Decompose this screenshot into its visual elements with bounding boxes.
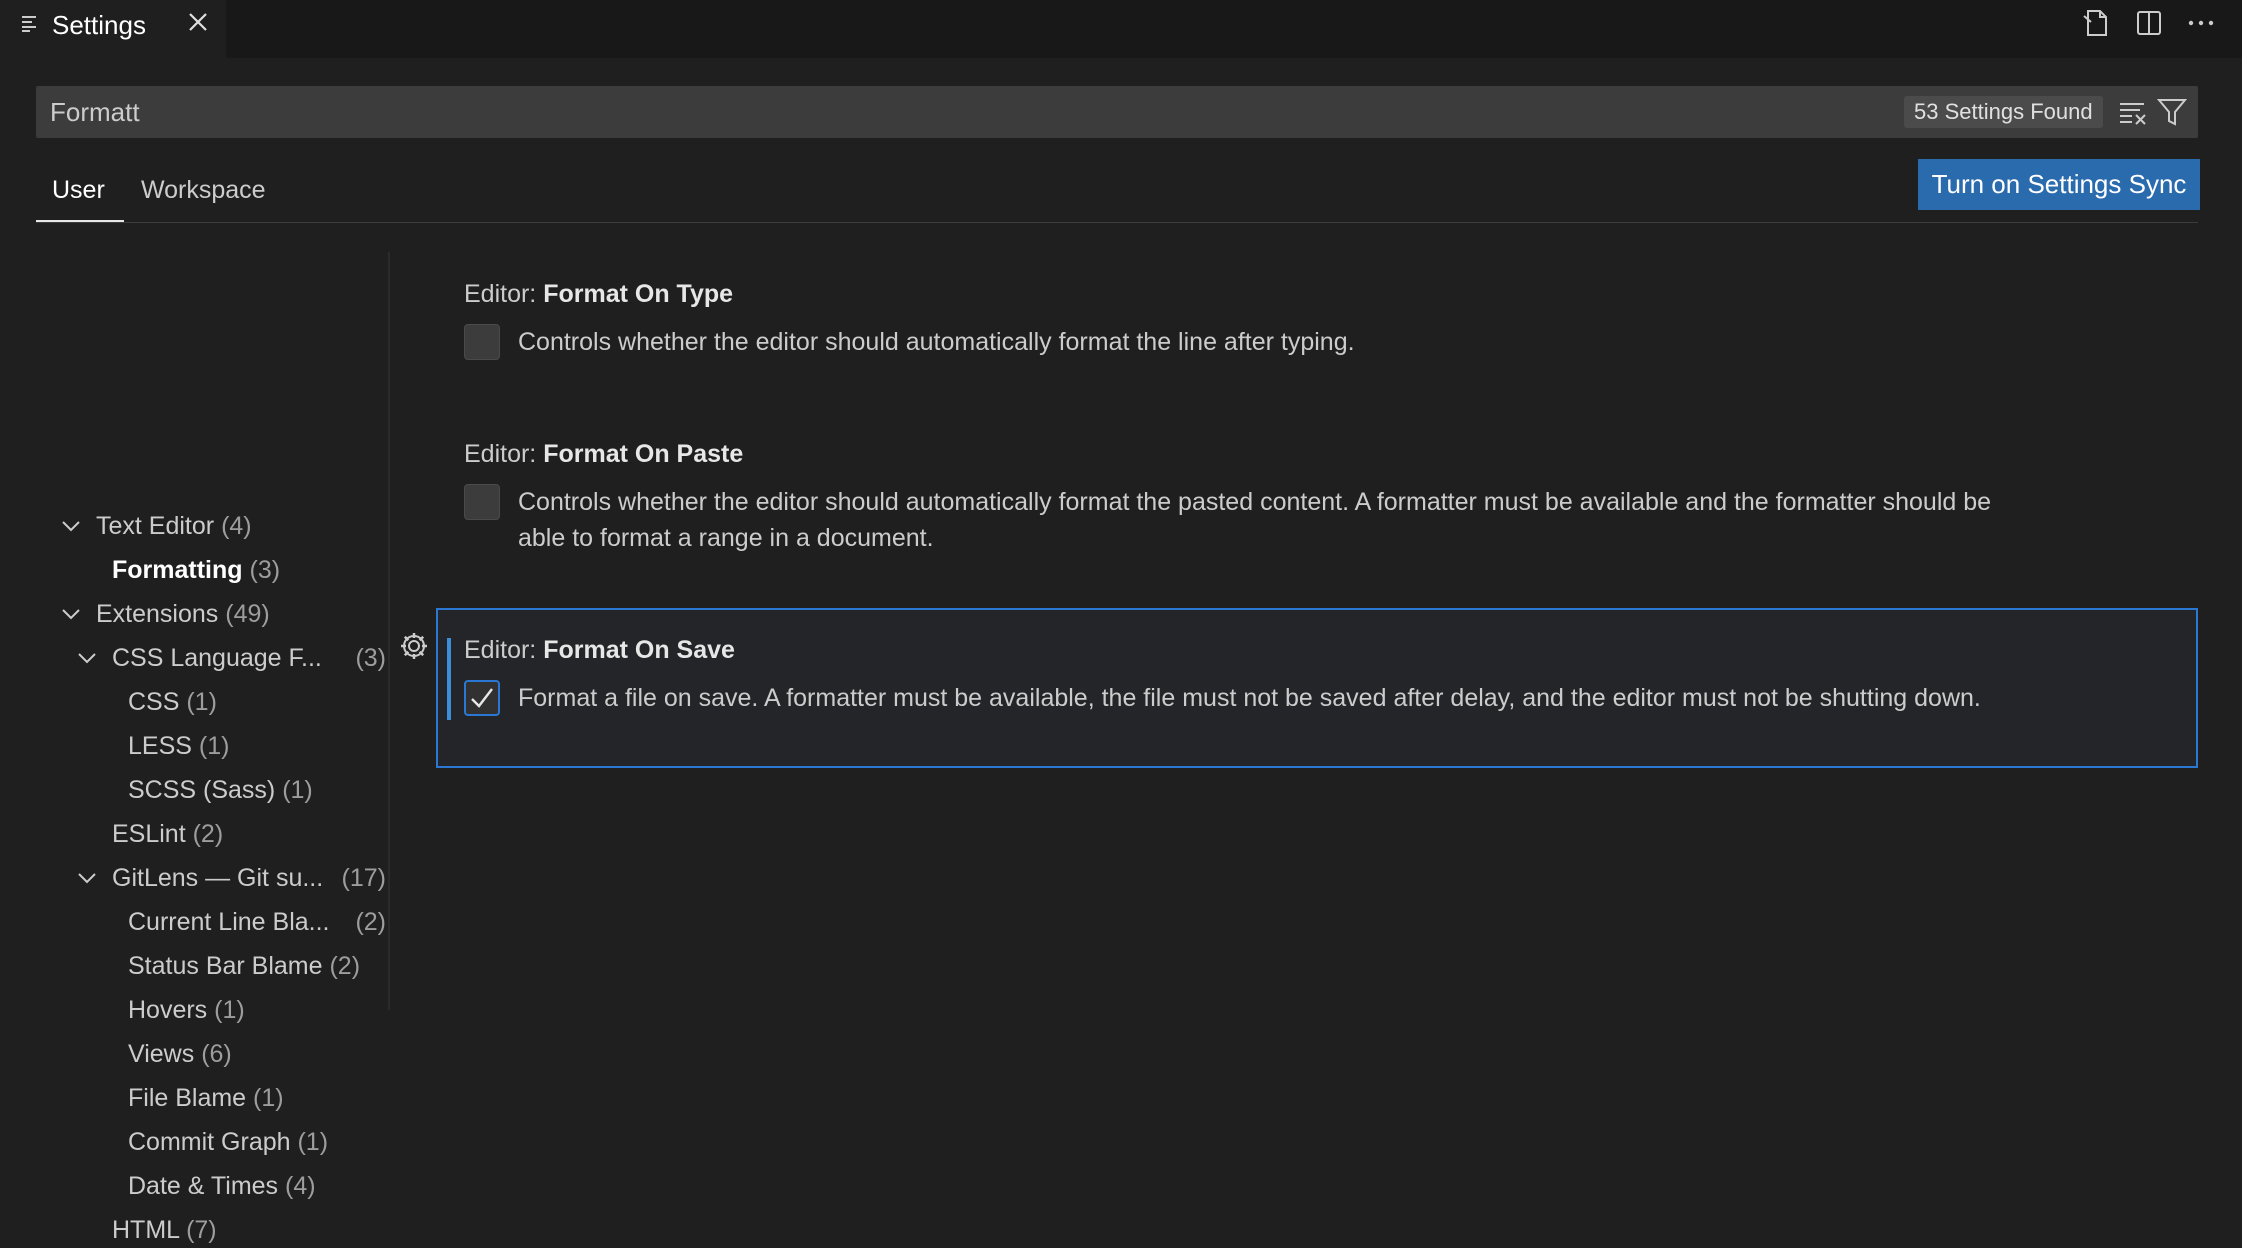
toc-label: Formatting — [112, 556, 250, 584]
filter-icon[interactable] — [2156, 96, 2188, 128]
toc-count: (49) — [225, 600, 270, 628]
toc-label: Commit Graph — [128, 1128, 298, 1156]
toc-item-views[interactable]: Views (6) — [128, 1036, 232, 1072]
toc-label: Text Editor — [96, 512, 222, 540]
split-editor-icon[interactable] — [2132, 8, 2166, 38]
open-settings-json-icon[interactable] — [2080, 8, 2114, 38]
toc-label: Status Bar Blame — [128, 952, 330, 980]
toc-item-text-editor[interactable]: Text Editor (4) — [60, 508, 252, 544]
tab-workspace[interactable]: Workspace — [141, 176, 266, 222]
toc-count: (2) — [192, 820, 224, 848]
chevron-down-icon — [62, 609, 80, 620]
chevron-down-icon — [62, 521, 80, 532]
toc-item-html[interactable]: HTML (7) — [112, 1212, 217, 1248]
toc-count: (1) — [282, 776, 313, 804]
setting-title-format-on-type: Editor: Format On Type — [464, 280, 733, 309]
toc-item-file-blame[interactable]: File Blame (1) — [128, 1080, 284, 1116]
setting-description: Controls whether the editor should autom… — [518, 328, 1355, 356]
toc-label: CSS — [128, 688, 187, 716]
chevron-down-icon — [78, 873, 96, 884]
toc-item-extensions[interactable]: Extensions (49) — [60, 596, 270, 632]
toc-count: (4) — [221, 512, 252, 540]
setting-category: Editor: — [464, 280, 544, 308]
toc-label: File Blame — [128, 1084, 254, 1112]
setting-title-format-on-paste: Editor: Format On Paste — [464, 440, 743, 469]
toc-item-eslint[interactable]: ESLint (2) — [112, 816, 223, 852]
turn-on-settings-sync-button[interactable]: Turn on Settings Sync — [1918, 159, 2200, 210]
toc-item-hovers[interactable]: Hovers (1) — [128, 992, 245, 1028]
setting-description-continued: able to format a range in a document. — [518, 524, 934, 552]
toc-label: ESLint — [112, 820, 193, 848]
setting-title-format-on-save: Editor: Format On Save — [464, 636, 735, 665]
toc-item-scss[interactable]: SCSS (Sass) (1) — [128, 772, 313, 808]
toc-item-date-times[interactable]: Date & Times (4) — [128, 1168, 316, 1204]
toc-label: GitLens — Git su... — [112, 864, 324, 892]
toc-label: HTML — [112, 1216, 187, 1244]
format-on-type-checkbox[interactable] — [464, 324, 500, 360]
toc-count: (6) — [201, 1040, 232, 1068]
toc-count: (3) — [355, 644, 386, 672]
close-icon[interactable] — [186, 10, 210, 34]
settings-toc: Text Editor (4) Formatting (3) Extension… — [0, 252, 388, 1244]
gear-icon[interactable] — [398, 630, 430, 662]
toc-label: Hovers — [128, 996, 215, 1024]
toc-count: (1) — [253, 1084, 284, 1112]
toc-item-css-language-features[interactable]: CSS Language F... (3) — [76, 640, 388, 676]
toc-item-current-line-blame[interactable]: Current Line Bla... (2) — [128, 904, 388, 940]
toc-count: (2) — [355, 908, 386, 936]
clear-search-icon[interactable] — [2118, 98, 2148, 126]
toc-label: CSS Language F... — [112, 644, 322, 672]
checkmark-icon — [471, 688, 493, 708]
toc-item-less[interactable]: LESS (1) — [128, 728, 229, 764]
toc-separator — [388, 252, 390, 1010]
toc-count: (1) — [198, 732, 230, 760]
tab-title: Settings — [52, 10, 146, 40]
toc-count: (17) — [341, 864, 386, 892]
tab-user[interactable]: User — [36, 176, 124, 222]
toc-count: (4) — [285, 1172, 316, 1200]
toc-count: (1) — [297, 1128, 329, 1156]
settings-list-icon — [22, 16, 36, 32]
modified-indicator — [447, 638, 451, 720]
toc-count: (1) — [186, 688, 217, 716]
toc-item-formatting[interactable]: Formatting (3) — [112, 552, 280, 588]
setting-name: Format On Type — [543, 280, 734, 308]
more-actions-icon[interactable] — [2184, 8, 2218, 38]
toc-item-commit-graph[interactable]: Commit Graph (1) — [128, 1124, 328, 1160]
settings-search-bar: 53 Settings Found — [36, 86, 2198, 138]
setting-description: Format a file on save. A formatter must … — [518, 684, 1981, 712]
toc-label: Extensions — [96, 600, 226, 628]
tab-settings[interactable]: Settings — [0, 0, 226, 58]
setting-name: Format On Save — [543, 636, 735, 664]
toc-item-gitlens[interactable]: GitLens — Git su... (17) — [76, 860, 388, 896]
toc-item-status-bar-blame[interactable]: Status Bar Blame (2) — [128, 948, 360, 984]
scope-divider — [36, 222, 2198, 223]
setting-category: Editor: — [464, 636, 544, 664]
setting-category: Editor: — [464, 440, 544, 468]
chevron-down-icon — [78, 653, 96, 664]
toc-label: SCSS (Sass) — [128, 776, 283, 804]
toc-label: Date & Times — [128, 1172, 285, 1200]
toc-label: Views — [128, 1040, 202, 1068]
toc-label: Current Line Bla... — [128, 908, 330, 936]
toc-count: (7) — [186, 1216, 217, 1244]
editor-actions — [2080, 8, 2218, 38]
format-on-paste-checkbox[interactable] — [464, 484, 500, 520]
toc-count: (2) — [329, 952, 361, 980]
toc-count: (3) — [249, 556, 281, 584]
toc-label: LESS — [128, 732, 199, 760]
results-count-badge: 53 Settings Found — [1904, 96, 2103, 128]
search-input[interactable] — [50, 96, 1650, 128]
toc-item-css[interactable]: CSS (1) — [128, 684, 217, 720]
toc-count: (1) — [214, 996, 245, 1024]
format-on-save-checkbox[interactable] — [464, 680, 500, 716]
setting-description: Controls whether the editor should autom… — [518, 488, 1992, 516]
setting-name: Format On Paste — [543, 440, 744, 468]
tab-bar: Settings — [0, 0, 2242, 58]
